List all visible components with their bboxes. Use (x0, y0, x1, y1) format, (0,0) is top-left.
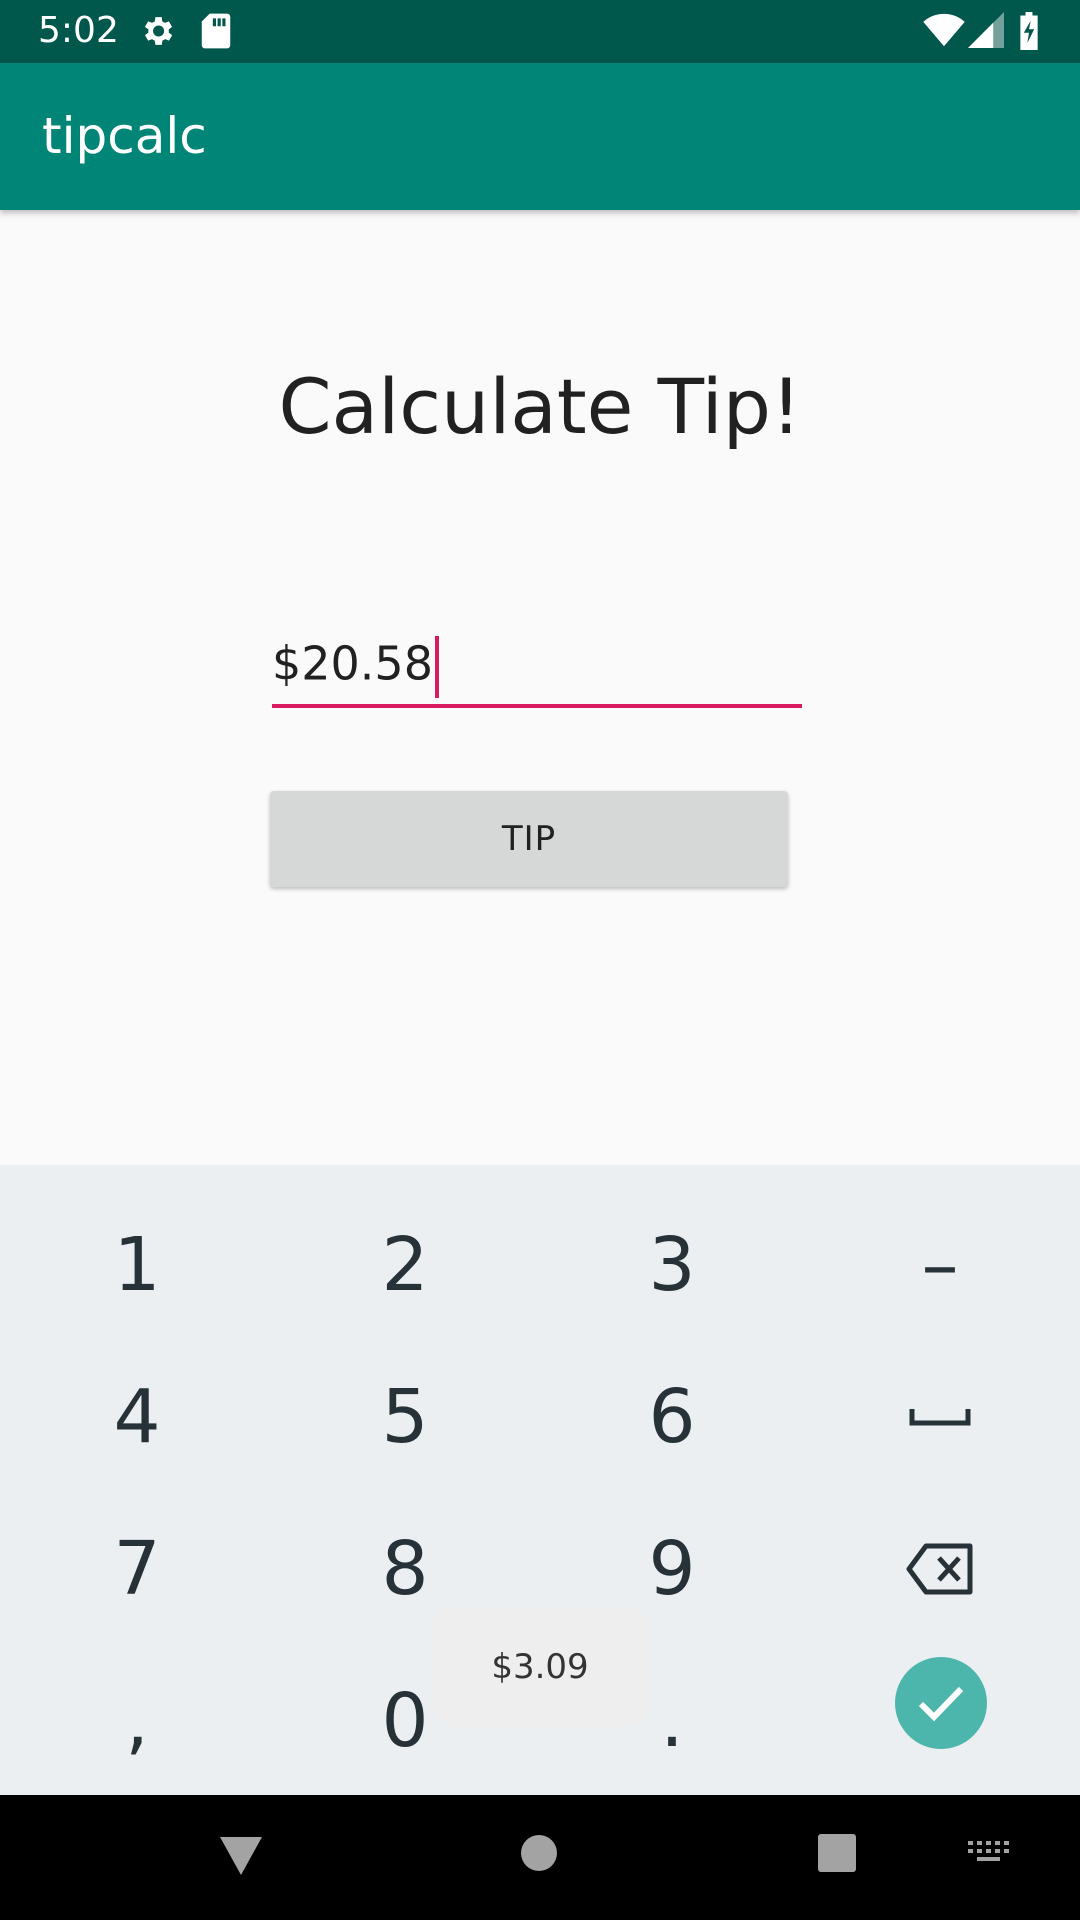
done-key[interactable] (895, 1657, 987, 1749)
page-title: Calculate Tip! (278, 362, 802, 451)
back-icon[interactable] (218, 1835, 264, 1882)
key-backspace[interactable] (840, 1499, 1040, 1639)
checkmark-icon (918, 1686, 964, 1722)
key-minus[interactable]: – (840, 1195, 1040, 1335)
tip-button[interactable]: TIP (270, 791, 788, 887)
recents-icon[interactable] (818, 1834, 856, 1877)
battery-charging-icon (1018, 12, 1040, 55)
status-bar: 5:02 (0, 0, 1080, 63)
sd-card-icon (200, 12, 232, 55)
amount-value-text: $20.58 (272, 636, 433, 691)
home-icon[interactable] (520, 1834, 558, 1877)
status-time: 5:02 (38, 10, 119, 51)
amount-input[interactable]: $20.58 (272, 630, 802, 708)
wifi-icon (922, 12, 966, 53)
text-cursor (434, 636, 439, 698)
settings-icon (138, 12, 176, 55)
app-bar: tipcalc (0, 63, 1080, 210)
space-key-icon (909, 1409, 971, 1426)
key-6[interactable]: 6 (572, 1347, 772, 1487)
amount-input-value[interactable]: $20.58 (272, 636, 439, 698)
key-1[interactable]: 1 (37, 1195, 237, 1335)
app-title: tipcalc (42, 107, 207, 165)
key-5[interactable]: 5 (305, 1347, 505, 1487)
key-3[interactable]: 3 (572, 1195, 772, 1335)
key-7[interactable]: 7 (37, 1499, 237, 1639)
key-space[interactable] (840, 1347, 1040, 1487)
navigation-bar (0, 1795, 1080, 1920)
key-2[interactable]: 2 (305, 1195, 505, 1335)
key-comma[interactable]: , (37, 1651, 237, 1791)
tip-result-toast: $3.09 (432, 1607, 648, 1727)
backspace-icon (906, 1543, 973, 1595)
keyboard-switch-icon[interactable] (968, 1841, 1010, 1868)
signal-icon (968, 12, 1004, 53)
key-4[interactable]: 4 (37, 1347, 237, 1487)
